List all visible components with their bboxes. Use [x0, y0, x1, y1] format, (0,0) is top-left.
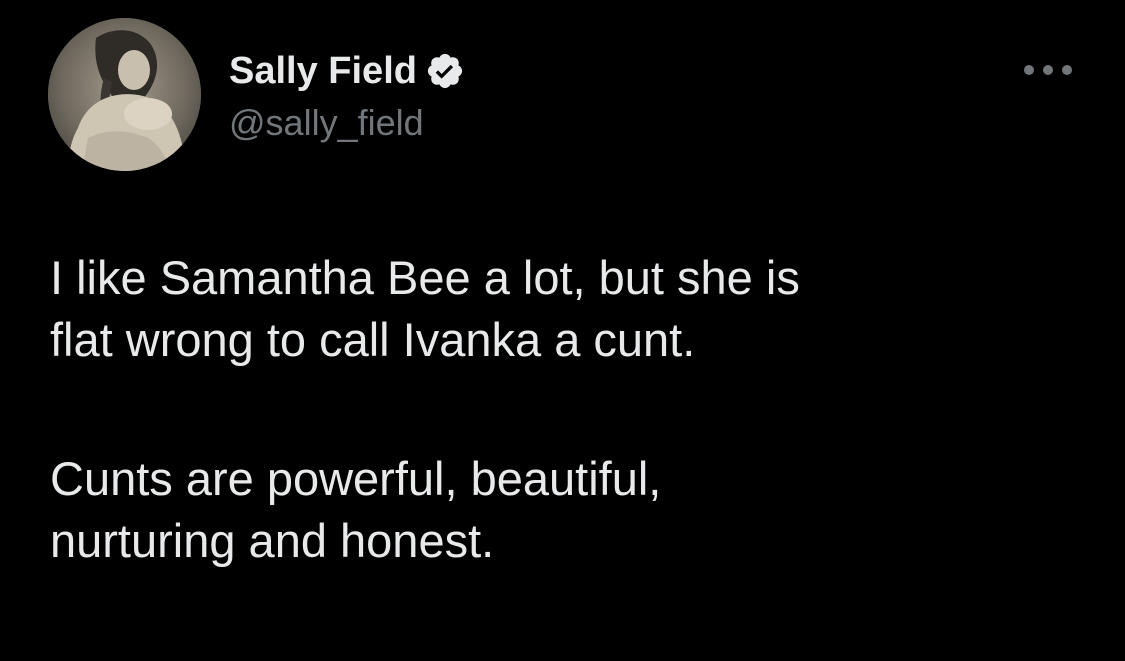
tweet-text-paragraph-2: Cunts are powerful, beautiful, nurturing…	[50, 448, 1090, 572]
author-display-name[interactable]: Sally Field	[229, 47, 417, 95]
more-options-button[interactable]	[1020, 52, 1076, 88]
author-avatar[interactable]	[48, 18, 201, 171]
more-options-icon	[1024, 65, 1072, 75]
tweet-text-line: nurturing and honest.	[50, 514, 495, 567]
tweet-text-line: I like Samantha Bee a lot, but she is	[50, 251, 800, 304]
tweet-text-paragraph-1: I like Samantha Bee a lot, but she is fl…	[50, 247, 1090, 371]
verified-badge-icon	[425, 51, 465, 91]
tweet-text-line: Cunts are powerful, beautiful,	[50, 452, 662, 505]
author-handle[interactable]: @sally_field	[229, 101, 424, 145]
avatar-photo	[48, 18, 201, 171]
author-name-row: Sally Field	[229, 47, 465, 95]
tweet-text-line: flat wrong to call Ivanka a cunt.	[50, 313, 696, 366]
tweet-card: Sally Field @sally_field I like Samantha…	[0, 0, 1125, 661]
